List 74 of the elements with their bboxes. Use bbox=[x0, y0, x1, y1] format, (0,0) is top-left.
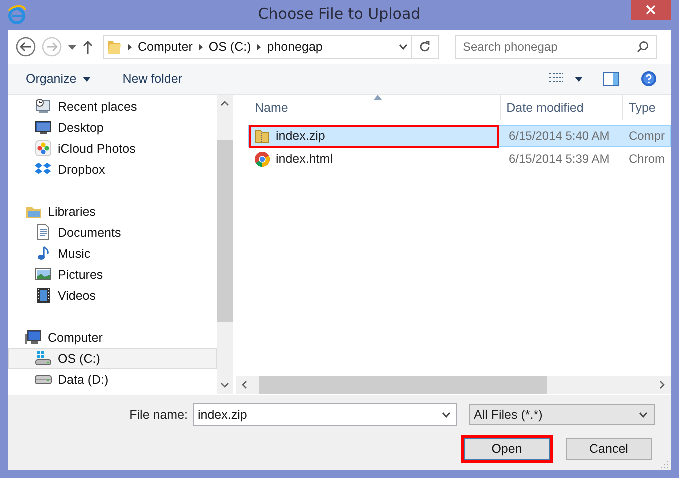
music-note-icon bbox=[35, 245, 52, 262]
caret-icon[interactable] bbox=[575, 76, 583, 82]
file-row[interactable]: index.html 6/15/2014 5:39 AM Chrom bbox=[248, 148, 671, 170]
chrome-icon bbox=[254, 150, 271, 168]
scrollbar-thumb[interactable] bbox=[259, 376, 547, 394]
file-name: index.zip bbox=[276, 129, 326, 143]
organize-menu[interactable]: Organize bbox=[24, 69, 93, 89]
chevron-down-icon[interactable] bbox=[442, 412, 451, 418]
monitor-icon bbox=[35, 119, 52, 136]
drive-icon bbox=[35, 350, 52, 367]
file-name-label: File name: bbox=[130, 408, 188, 422]
computer-icon bbox=[25, 329, 42, 346]
sidebar-item[interactable]: Pictures bbox=[8, 264, 217, 285]
document-icon bbox=[35, 224, 52, 241]
sidebar-group[interactable]: Computer bbox=[48, 330, 103, 344]
column-header[interactable]: Date modified bbox=[500, 95, 623, 120]
close-button[interactable] bbox=[631, 0, 671, 20]
scroll-down-icon[interactable] bbox=[221, 383, 229, 388]
search-icon bbox=[637, 41, 649, 53]
sidebar-item[interactable]: Documents bbox=[8, 222, 217, 243]
sidebar-item[interactable]: Recent places bbox=[8, 96, 217, 117]
scroll-left-icon[interactable] bbox=[242, 381, 247, 389]
caret-icon bbox=[82, 76, 91, 82]
sidebar-item[interactable]: Data (D:) bbox=[8, 369, 217, 390]
resize-grip-icon bbox=[661, 460, 669, 468]
chevron-icon bbox=[198, 44, 203, 50]
column-header[interactable]: Type bbox=[622, 95, 671, 120]
dialog-button[interactable]: Open bbox=[464, 438, 550, 460]
file-name-field[interactable]: index.zip bbox=[193, 403, 457, 426]
zip-folder-icon bbox=[254, 128, 271, 144]
sidebar-group[interactable]: Libraries bbox=[48, 204, 96, 218]
chevron-icon bbox=[128, 44, 132, 50]
chevron-down-icon[interactable] bbox=[398, 44, 408, 50]
sidebar-item[interactable]: Videos bbox=[8, 285, 217, 306]
chevron-down-icon bbox=[639, 412, 648, 418]
search-field[interactable]: Search phonegap bbox=[455, 35, 657, 59]
help-icon[interactable] bbox=[641, 71, 657, 87]
chevron-icon bbox=[257, 44, 262, 50]
refresh-icon[interactable] bbox=[419, 41, 431, 53]
address-bar[interactable]: Computer OS (C:) phonegap bbox=[103, 35, 439, 59]
file-type-dropdown[interactable]: All Files (*.*) bbox=[469, 404, 655, 425]
date-modified: 6/15/2014 5:40 AM bbox=[508, 129, 611, 143]
file-type: Compr bbox=[629, 129, 666, 143]
dialog-button[interactable]: Cancel bbox=[566, 438, 652, 460]
file-type: Chrom bbox=[629, 152, 666, 166]
breadcrumb[interactable]: phonegap bbox=[267, 40, 323, 54]
sidebar-item[interactable]: OS (C:) bbox=[8, 348, 217, 369]
preview-pane-icon[interactable] bbox=[603, 72, 619, 86]
close-icon bbox=[646, 5, 656, 15]
new-folder-button[interactable]: New folder bbox=[120, 69, 184, 89]
flower-icon bbox=[35, 140, 52, 157]
caret-icon[interactable] bbox=[68, 44, 77, 50]
list-view-icon[interactable] bbox=[549, 73, 563, 85]
clock-monitor-icon bbox=[35, 98, 52, 115]
scroll-up-icon[interactable] bbox=[221, 101, 229, 106]
breadcrumb[interactable]: Computer bbox=[138, 40, 193, 54]
back-icon[interactable] bbox=[16, 37, 36, 57]
breadcrumb[interactable]: OS (C:) bbox=[208, 40, 252, 54]
scroll-right-icon[interactable] bbox=[660, 381, 665, 389]
file-row[interactable]: index.zip 6/15/2014 5:40 AM Compr bbox=[248, 125, 671, 147]
landscape-icon bbox=[35, 266, 52, 283]
up-arrow-icon[interactable] bbox=[83, 40, 93, 54]
window-title: Choose File to Upload bbox=[258, 5, 421, 23]
sidebar-item[interactable]: Music bbox=[8, 243, 217, 264]
folder-icon bbox=[108, 39, 122, 55]
sidebar-item[interactable]: iCloud Photos bbox=[8, 138, 217, 159]
browser-logo-icon bbox=[7, 5, 27, 25]
film-strip-icon bbox=[35, 287, 52, 304]
sidebar-item[interactable]: Dropbox bbox=[8, 159, 217, 180]
date-modified: 6/15/2014 5:39 AM bbox=[508, 152, 611, 166]
file-name: index.html bbox=[276, 152, 333, 166]
scrollbar-thumb[interactable] bbox=[217, 140, 233, 322]
sort-arrow-icon bbox=[374, 95, 382, 100]
sidebar-item[interactable]: Desktop bbox=[8, 117, 217, 138]
